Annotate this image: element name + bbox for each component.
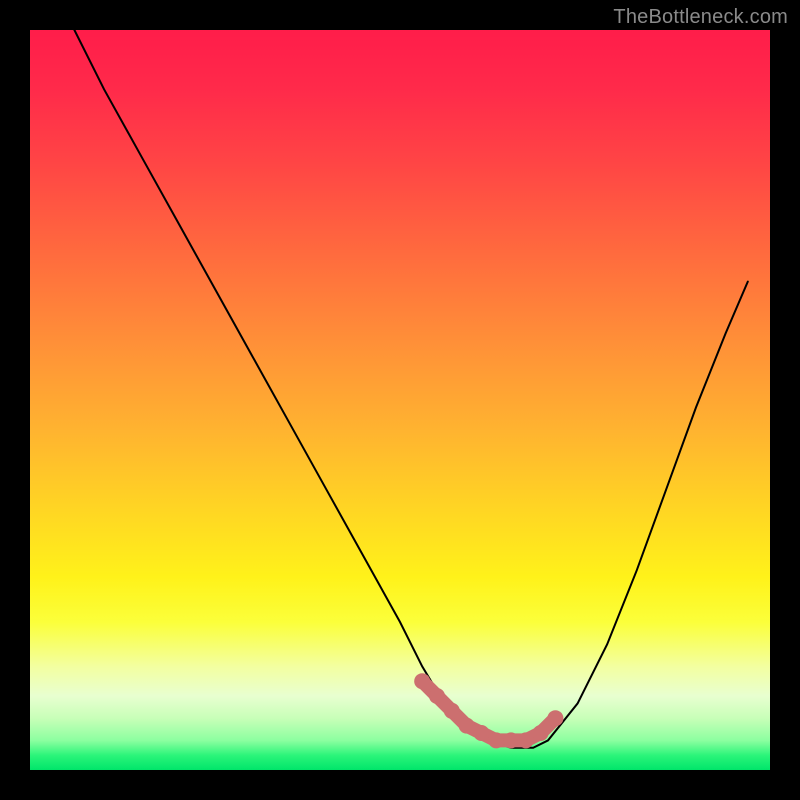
watermark-text: TheBottleneck.com <box>613 6 788 29</box>
bottleneck-curve <box>74 30 747 748</box>
chart-frame: TheBottleneck.com <box>0 0 800 800</box>
valley-marker <box>533 725 549 741</box>
valley-marker <box>518 732 534 748</box>
curve-svg <box>30 30 770 770</box>
valley-marker <box>473 725 489 741</box>
valley-marker <box>429 688 445 704</box>
valley-marker <box>414 673 430 689</box>
valley-marker <box>547 710 563 726</box>
plot-area <box>30 30 770 770</box>
valley-marker <box>459 718 475 734</box>
valley-marker <box>488 732 504 748</box>
valley-marker <box>444 703 460 719</box>
valley-markers <box>414 673 563 748</box>
valley-marker <box>503 732 519 748</box>
